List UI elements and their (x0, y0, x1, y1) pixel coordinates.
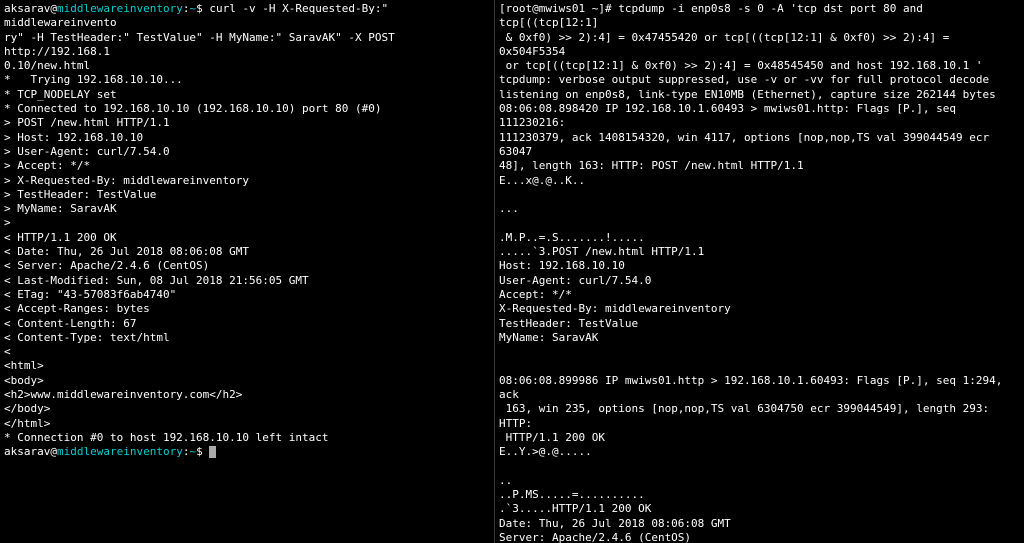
output-line: < Content-Type: text/html (4, 331, 170, 344)
output-line: <h2>www.middlewareinventory.com</h2> (4, 388, 242, 401)
output-line: Accept: */* (499, 288, 572, 301)
output-line: 48], length 163: HTTP: POST /new.html HT… (499, 159, 804, 172)
output-line: or tcp[((tcp[12:1] & 0xf0) >> 2):4] = 0x… (499, 59, 982, 72)
output-line: HTTP/1.1 200 OK (499, 431, 605, 444)
output-line: * Connection #0 to host 192.168.10.10 le… (4, 431, 329, 444)
output-line: > User-Agent: curl/7.54.0 (4, 145, 170, 158)
prompt-user: aksarav (4, 2, 50, 15)
output-line: listening on enp0s8, link-type EN10MB (E… (499, 88, 996, 101)
output-line: E...x@.@..K.. (499, 174, 585, 187)
output-line: > POST /new.html HTTP/1.1 (4, 116, 170, 129)
right-terminal[interactable]: [root@mwiws01 ~]# tcpdump -i enp0s8 -s 0… (495, 0, 1024, 543)
output-line: < Content-Length: 67 (4, 317, 136, 330)
output-line: Host: 192.168.10.10 (499, 259, 625, 272)
prompt-1: aksarav@middlewareinventory:~$ (4, 2, 203, 15)
output-line: 111230379, ack 1408154320, win 4117, opt… (499, 131, 996, 158)
output-line: 08:06:08.899986 IP mwiws01.http > 192.16… (499, 374, 1009, 401)
output-line: > MyName: SaravAK (4, 202, 117, 215)
output-line: ... (499, 202, 519, 215)
prompt-2: aksarav@middlewareinventory:~$ (4, 445, 209, 458)
output-line: <html> (4, 359, 44, 372)
output-line: .. (499, 474, 512, 487)
prompt-at: @ (50, 2, 57, 15)
output-line: </html> (4, 417, 50, 430)
output-line: TestHeader: TestValue (499, 317, 638, 330)
output-line: .M.P..=.S.......!..... (499, 231, 645, 244)
output-line: E..Y.>@.@..... (499, 445, 592, 458)
output-line: < ETag: "43-57083f6ab4740" (4, 288, 176, 301)
output-line: MyName: SaravAK (499, 331, 598, 344)
output-line: > X-Requested-By: middlewareinventory (4, 174, 249, 187)
output-line: > Accept: */* (4, 159, 90, 172)
output-line: * Trying 192.168.10.10... (4, 73, 183, 86)
output-line: & 0xf0) >> 2):4] = 0x47455420 or tcp[((t… (499, 31, 956, 58)
output-line: < (4, 345, 11, 358)
prompt-user: aksarav (4, 445, 50, 458)
output-line: 163, win 235, options [nop,nop,TS val 63… (499, 402, 996, 429)
output-line: < Date: Thu, 26 Jul 2018 08:06:08 GMT (4, 245, 249, 258)
prompt-host: middlewareinventory (57, 445, 183, 458)
output-line: < Accept-Ranges: bytes (4, 302, 150, 315)
output-line: Date: Thu, 26 Jul 2018 08:06:08 GMT (499, 517, 731, 530)
cmd-text-cont: ry" -H TestHeader:" TestValue" -H MyName… (4, 31, 401, 58)
output-line: ..P.MS.....=.......... (499, 488, 645, 501)
prompt-at: @ (50, 445, 57, 458)
prompt-host: middlewareinventory (57, 2, 183, 15)
output-line: > TestHeader: TestValue (4, 188, 156, 201)
left-terminal[interactable]: aksarav@middlewareinventory:~$ curl -v -… (0, 0, 495, 543)
output-line: < Server: Apache/2.4.6 (CentOS) (4, 259, 209, 272)
cursor[interactable] (209, 446, 216, 458)
output-line: </body> (4, 402, 50, 415)
output-line: < Last-Modified: Sun, 08 Jul 2018 21:56:… (4, 274, 309, 287)
prompt-dollar: $ (196, 445, 209, 458)
output-line: * TCP_NODELAY set (4, 88, 117, 101)
output-line: <body> (4, 374, 44, 387)
prompt-dollar: $ (196, 2, 203, 15)
output-line: > (4, 216, 11, 229)
prompt-root: [root@mwiws01 ~]# (499, 2, 618, 15)
output-line: X-Requested-By: middlewareinventory (499, 302, 731, 315)
output-line: .`3.....HTTP/1.1 200 OK (499, 502, 651, 515)
output-line: > Host: 192.168.10.10 (4, 131, 143, 144)
output-line: * Connected to 192.168.10.10 (192.168.10… (4, 102, 382, 115)
output-line: tcpdump: verbose output suppressed, use … (499, 73, 989, 86)
output-line: Server: Apache/2.4.6 (CentOS) (499, 531, 691, 543)
output-line: 08:06:08.898420 IP 192.168.10.1.60493 > … (499, 102, 963, 129)
output-line: .....`3.POST /new.html HTTP/1.1 (499, 245, 704, 258)
output-line: User-Agent: curl/7.54.0 (499, 274, 651, 287)
output-line: < HTTP/1.1 200 OK (4, 231, 117, 244)
cmd-text-cont2: 0.10/new.html (4, 59, 90, 72)
